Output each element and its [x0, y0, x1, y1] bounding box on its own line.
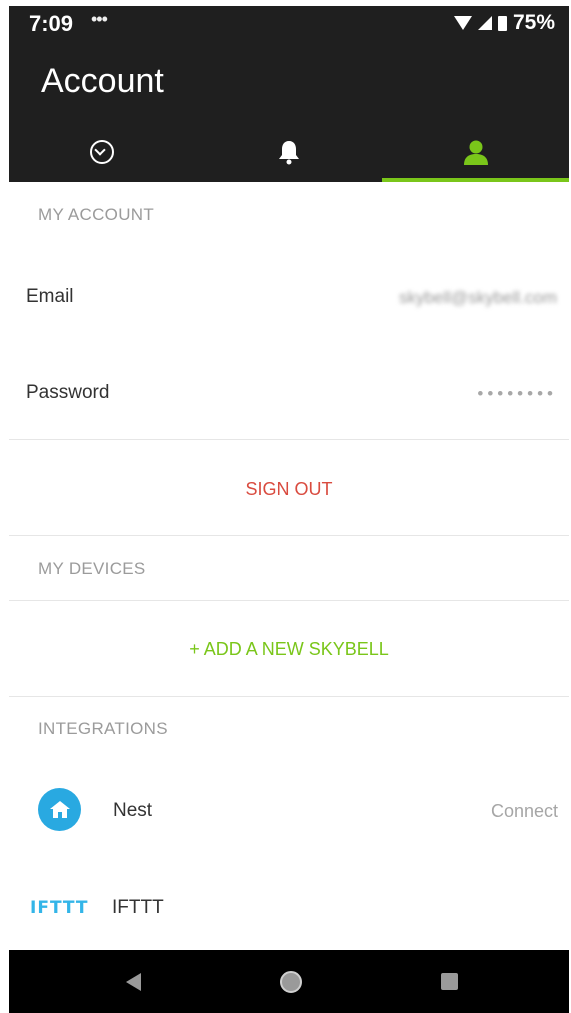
divider [9, 535, 569, 536]
back-icon [125, 972, 141, 991]
battery-icon [497, 15, 507, 31]
notification-indicator-icon: ••• [91, 9, 108, 29]
add-skybell-button[interactable]: + ADD A NEW SKYBELL [9, 639, 569, 660]
wifi-icon [453, 16, 472, 30]
recents-icon [440, 973, 458, 990]
sign-out-button[interactable]: SIGN OUT [9, 479, 569, 500]
divider [9, 600, 569, 601]
home-icon [280, 970, 302, 993]
status-icons: 75% [453, 11, 555, 35]
signal-icon [477, 16, 492, 30]
bell-icon [279, 141, 299, 165]
password-value[interactable]: •••••••• [477, 384, 557, 404]
person-icon [463, 140, 488, 165]
account-content: MY ACCOUNT Email skybell@skybell.com Pas… [9, 182, 569, 950]
screen: 7:09 ••• 75% Account MY ACCOUNT Email sk… [0, 0, 571, 1013]
page-title: Account [41, 62, 164, 100]
app-bar: Account [9, 48, 570, 182]
history-icon [90, 140, 115, 164]
divider [9, 696, 569, 697]
status-bar: 7:09 ••• 75% [9, 6, 569, 48]
password-label: Password [26, 382, 110, 403]
tab-history[interactable] [9, 128, 196, 182]
integration-name-ifttt[interactable]: IFTTT [112, 897, 164, 919]
nest-home-icon [38, 788, 81, 831]
home-glyph-icon [49, 800, 70, 818]
ifttt-logo: IFTTT [30, 898, 89, 918]
back-button[interactable] [93, 950, 173, 1013]
integration-name-nest: Nest [113, 800, 153, 821]
nest-connect-button[interactable]: Connect [491, 801, 558, 822]
recents-button[interactable] [409, 950, 489, 1013]
system-nav-bar [9, 950, 569, 1013]
battery-percent: 75% [512, 11, 555, 34]
section-header-my-devices: MY DEVICES [38, 559, 146, 578]
tab-account[interactable] [382, 128, 570, 182]
section-header-integrations: INTEGRATIONS [38, 719, 168, 738]
status-time: 7:09 [29, 11, 74, 36]
tab-bar [9, 128, 570, 182]
email-label: Email [26, 286, 74, 307]
divider [9, 439, 569, 440]
home-button[interactable] [251, 950, 331, 1013]
section-header-my-account: MY ACCOUNT [38, 205, 155, 224]
email-value[interactable]: skybell@skybell.com [399, 288, 557, 308]
tab-notifications[interactable] [196, 128, 383, 182]
